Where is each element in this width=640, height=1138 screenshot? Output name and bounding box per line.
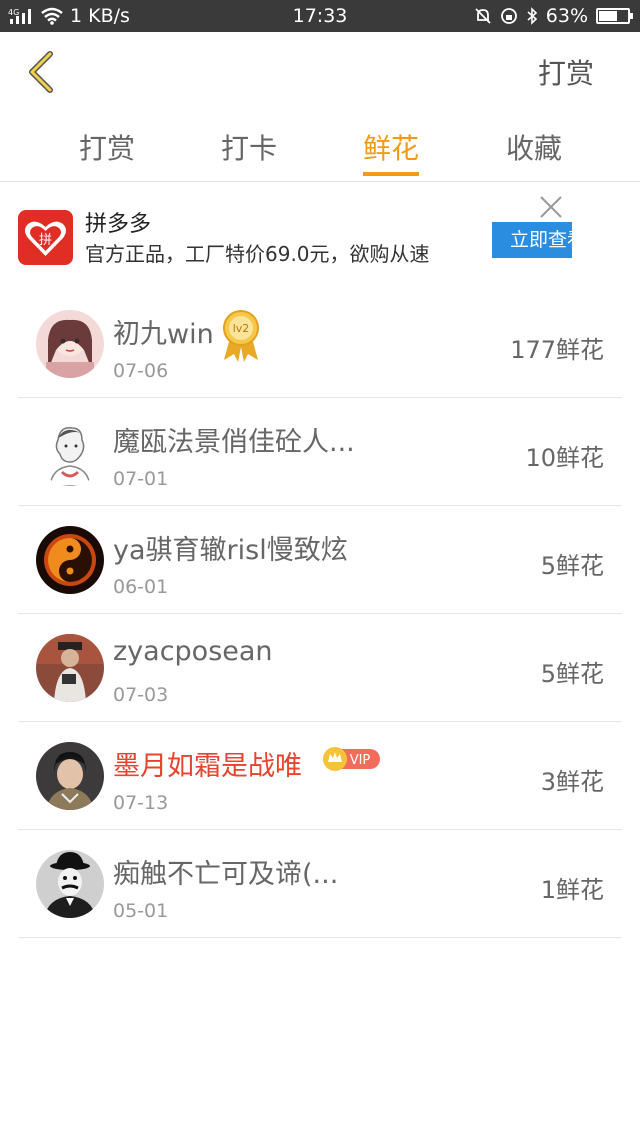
reward-button[interactable]: 打赏 — [538, 52, 594, 92]
list-item[interactable]: ya骐育辙risl慢致炫 06-01 5鲜花 — [18, 506, 622, 614]
battery-icon — [596, 8, 633, 24]
flower-list: 初九win lv2 07-06 177鲜花 魔瓯法景俏佳砼人... 07-01 … — [18, 290, 622, 938]
list-item[interactable]: 墨月如霜是战唯 VIP 07-13 3鲜花 — [18, 722, 622, 830]
rotation-lock-icon — [500, 8, 517, 24]
heart-logo-icon: 拼 — [25, 221, 66, 256]
mute-bell-icon — [475, 8, 491, 24]
user-name: 痴触不亡可及谛(... — [113, 859, 339, 890]
ad-title: 拼多多 — [85, 212, 152, 237]
list-item[interactable]: 魔瓯法景俏佳砼人... 07-01 10鲜花 — [18, 398, 622, 506]
list-item-date: 07-03 — [113, 684, 169, 706]
list-item[interactable]: zyacposean 07-03 5鲜花 — [18, 614, 622, 722]
flower-count: 5鲜花 — [540, 552, 604, 580]
vip-badge-icon: VIP — [322, 746, 382, 772]
back-button[interactable] — [22, 50, 62, 94]
level-medal-icon: lv2 — [220, 308, 262, 364]
user-name: ya骐育辙risl慢致炫 — [113, 535, 348, 566]
status-bar: 4G 1 KB/s 17:33 63% — [0, 0, 640, 32]
status-right: 63% — [474, 5, 633, 27]
list-item-date: 07-13 — [113, 792, 169, 814]
tab-reward[interactable]: 打赏 — [67, 127, 147, 167]
chevron-left-icon — [29, 51, 53, 93]
ad-banner[interactable]: 拼 拼多多 官方正品，工厂特价69.0元，欲购从速 立即查看 — [0, 184, 640, 284]
tab-flowers[interactable]: 鲜花 — [351, 127, 431, 167]
avatar — [36, 850, 104, 918]
flower-count: 177鲜花 — [510, 336, 604, 364]
active-tab-indicator — [363, 172, 419, 176]
ad-view-button[interactable]: 立即查看 — [492, 222, 572, 258]
user-name: 魔瓯法景俏佳砼人... — [113, 427, 355, 458]
flower-count: 1鲜花 — [540, 876, 604, 904]
list-item-date: 06-01 — [113, 576, 169, 598]
ad-close-button[interactable] — [536, 192, 566, 222]
avatar — [36, 742, 104, 810]
list-item[interactable]: 初九win lv2 07-06 177鲜花 — [18, 290, 622, 398]
avatar — [36, 418, 104, 486]
list-item-date: 05-01 — [113, 900, 169, 922]
close-icon — [540, 196, 562, 218]
bluetooth-icon — [527, 7, 537, 25]
ad-description: 官方正品，工厂特价69.0元，欲购从速 — [85, 242, 430, 266]
tab-favorites[interactable]: 收藏 — [494, 127, 574, 167]
header: 打赏 — [0, 32, 640, 112]
tab-bar: 打赏 打卡 鲜花 收藏 — [0, 112, 640, 182]
avatar — [36, 634, 104, 702]
flower-count: 5鲜花 — [540, 660, 604, 688]
svg-text:VIP: VIP — [350, 753, 371, 768]
tab-checkin[interactable]: 打卡 — [209, 127, 289, 167]
list-item[interactable]: 痴触不亡可及谛(... 05-01 1鲜花 — [18, 830, 622, 938]
avatar — [36, 310, 104, 378]
list-item-date: 07-06 — [113, 360, 169, 382]
user-name: zyacposean — [113, 636, 273, 667]
pinduoduo-logo-icon: 拼 — [18, 210, 73, 265]
svg-text:lv2: lv2 — [233, 322, 250, 335]
user-name: 初九win — [113, 319, 214, 350]
user-name: 墨月如霜是战唯 — [113, 751, 302, 782]
flower-count: 10鲜花 — [525, 444, 604, 472]
list-item-date: 07-01 — [113, 468, 169, 490]
avatar — [36, 526, 104, 594]
battery-percent: 63% — [545, 5, 588, 27]
flower-count: 3鲜花 — [540, 768, 604, 796]
svg-text:拼: 拼 — [39, 233, 52, 248]
